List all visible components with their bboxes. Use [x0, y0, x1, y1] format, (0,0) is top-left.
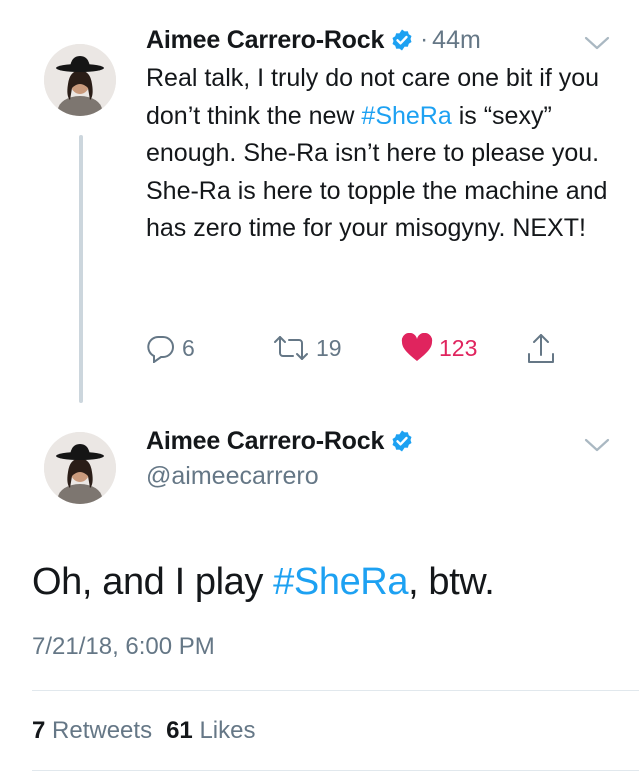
share-icon[interactable] — [526, 332, 556, 366]
author-name[interactable]: Aimee Carrero-Rock — [146, 427, 384, 456]
retweets-stat[interactable]: 7 Retweets — [32, 717, 152, 745]
chevron-down-icon[interactable] — [584, 36, 610, 50]
retweet-button[interactable]: 19 — [272, 333, 342, 363]
retweet-total: 7 — [32, 717, 46, 744]
reply-count: 6 — [182, 334, 195, 361]
tweet-text-segment: Oh, and I play — [32, 561, 274, 603]
main-tweet-text: Oh, and I play #SheRa, btw. — [32, 561, 495, 604]
divider — [32, 770, 639, 771]
like-count: 123 — [439, 334, 478, 361]
chevron-down-icon[interactable] — [584, 438, 610, 452]
avatar-photo — [44, 44, 116, 116]
retweet-count: 19 — [316, 334, 342, 361]
avatar-photo — [44, 432, 116, 504]
reply-tweet-header: Aimee Carrero-Rock · 44m — [146, 22, 481, 58]
hashtag-link[interactable]: #SheRa — [273, 561, 408, 603]
engagement-stats: 7 Retweets 61 Likes — [32, 717, 255, 745]
author-handle[interactable]: @aimeecarrero — [146, 462, 319, 491]
main-tweet-header: Aimee Carrero-Rock — [146, 423, 414, 459]
retweet-icon — [274, 336, 308, 360]
heart-filled-icon — [401, 333, 433, 361]
separator: · — [420, 26, 429, 53]
verified-badge-icon — [392, 29, 412, 51]
hashtag-link[interactable]: #SheRa — [361, 102, 451, 130]
avatar[interactable] — [44, 44, 116, 116]
reply-icon — [147, 335, 174, 363]
like-button[interactable]: 123 — [401, 333, 477, 363]
verified-badge-icon — [392, 430, 412, 452]
reply-button[interactable]: 6 — [146, 333, 195, 363]
tweet-text-segment: , btw. — [408, 561, 495, 603]
retweet-label: Retweets — [52, 717, 153, 744]
likes-stat[interactable]: 61 Likes — [166, 717, 255, 745]
divider — [32, 690, 639, 691]
tweet-timestamp[interactable]: 7/21/18, 6:00 PM — [32, 633, 215, 661]
author-name[interactable]: Aimee Carrero-Rock — [146, 26, 384, 55]
time-ago[interactable]: 44m — [432, 26, 481, 55]
thread-line — [79, 135, 83, 403]
avatar[interactable] — [44, 432, 116, 504]
tweet-text: Real talk, I truly do not care one bit i… — [146, 60, 616, 248]
like-label: Likes — [199, 717, 256, 744]
like-total: 61 — [166, 717, 193, 744]
